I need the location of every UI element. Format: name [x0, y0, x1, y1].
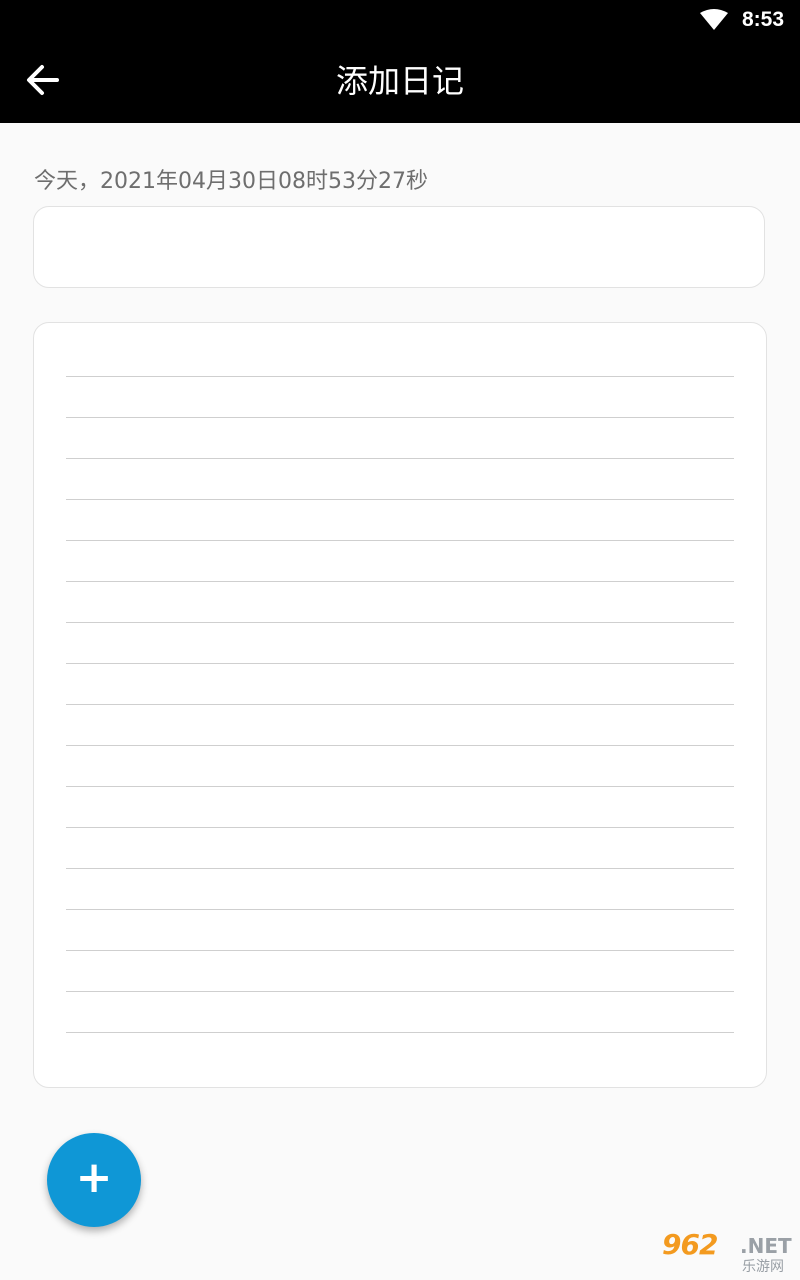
watermark-suffix: .NET	[740, 1234, 792, 1258]
status-bar: 8:53	[0, 0, 800, 40]
diary-content-box[interactable]	[33, 322, 767, 1088]
watermark-subtitle: 乐游网	[742, 1259, 784, 1275]
add-button[interactable]: +	[47, 1133, 141, 1227]
diary-title-input[interactable]	[33, 206, 765, 288]
back-button[interactable]	[14, 52, 70, 108]
diary-content-input[interactable]	[66, 336, 734, 1036]
watermark-brand: 962	[662, 1228, 718, 1261]
plus-icon: +	[75, 1152, 113, 1203]
arrow-left-icon	[27, 65, 59, 95]
page-title: 添加日记	[335, 62, 464, 100]
wifi-icon	[700, 9, 728, 30]
toolbar: 添加日记	[0, 40, 800, 123]
date-label: 今天，2021年04月30日08时53分27秒	[34, 169, 428, 194]
watermark-logo: 962 .NET 乐游网	[662, 1228, 796, 1276]
status-time: 8:53	[742, 8, 785, 31]
